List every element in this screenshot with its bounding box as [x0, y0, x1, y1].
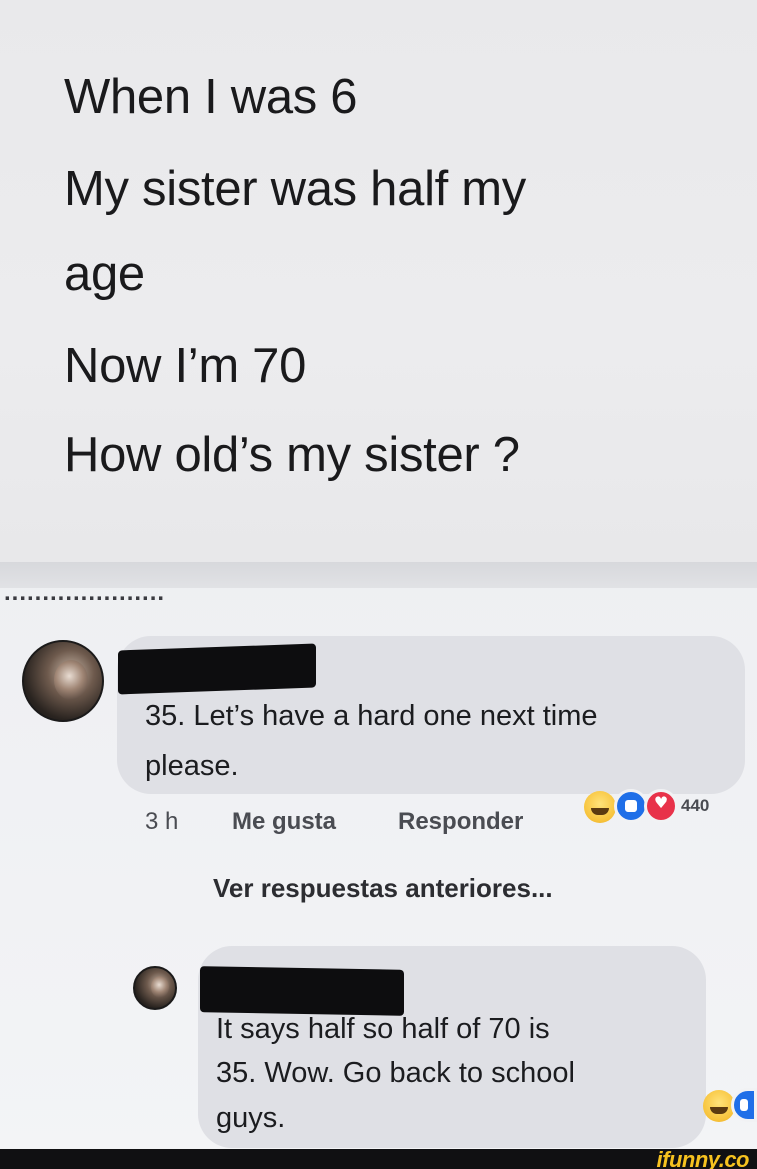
comment-timestamp: 3 h [145, 808, 179, 835]
comment-text-line-1: 35. Let’s have a hard one next time [145, 700, 598, 732]
post-text-line-2: My sister was half my [64, 162, 526, 216]
post-text-line-1: When I was 6 [64, 70, 358, 124]
reply-text-line-3: guys. [216, 1102, 286, 1134]
view-previous-replies-link[interactable]: Ver respuestas anteriores... [213, 873, 553, 904]
reply-avatar-photo [151, 976, 169, 998]
post-text-line-4: Now I’m 70 [64, 339, 307, 393]
reply-commenter-avatar[interactable] [133, 966, 177, 1010]
reply-text-line-1: It says half so half of 70 is [216, 1013, 550, 1045]
cropped-section-header: ..................... [4, 588, 166, 606]
like-icon [614, 789, 648, 823]
screenshot-page: When I was 6 My sister was half my age N… [0, 0, 757, 1169]
love-icon [644, 789, 678, 823]
reply-button[interactable]: Responder [398, 808, 523, 836]
redacted-username [118, 643, 316, 695]
post-text-line-3: age [64, 247, 145, 301]
post-card: When I was 6 My sister was half my age N… [0, 0, 757, 562]
section-divider [0, 562, 757, 588]
haha-icon [584, 791, 616, 823]
like-button[interactable]: Me gusta [232, 808, 336, 836]
reply-text-line-2: 35. Wow. Go back to school [216, 1057, 575, 1089]
comment-text-line-2: please. [145, 750, 239, 782]
post-text-line-5: How old’s my sister ? [64, 428, 520, 482]
reply-like-icon [731, 1088, 757, 1122]
footer-band [0, 1149, 757, 1169]
reaction-count: 440 [681, 796, 710, 815]
avatar-photo [54, 660, 88, 700]
commenter-avatar[interactable] [22, 640, 104, 722]
ifunny-watermark: ifunny.co [656, 1147, 750, 1169]
